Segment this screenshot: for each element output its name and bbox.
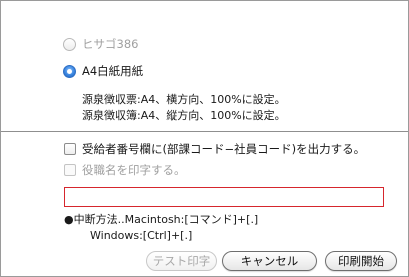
radio-hisago386-label: ヒサゴ386	[82, 37, 139, 51]
checkbox-recipient-number-label: 受給者番号欄に(部課コード−社員コード)を出力する。	[82, 142, 366, 156]
print-settings-dialog: ヒサゴ386 A4白紙用紙 源泉徴収票:A4、横方向、100%に設定。 源泉徴収…	[0, 0, 409, 277]
checkbox-print-job-title-label: 役職名を印字する。	[82, 163, 186, 177]
radio-a4-blank-paper-label: A4白紙用紙	[82, 64, 144, 78]
start-print-button[interactable]: 印刷開始	[325, 251, 397, 271]
checkbox-recipient-number[interactable]	[64, 143, 76, 155]
paper-info-line-2: 源泉徴収簿:A4、縦方向、100%に設定。	[82, 109, 286, 122]
radio-a4-blank-paper[interactable]	[63, 65, 76, 78]
section-divider	[1, 131, 408, 132]
cancel-button[interactable]: キャンセル	[222, 251, 317, 271]
print-text-field[interactable]	[64, 187, 384, 207]
checkbox-print-job-title[interactable]	[64, 164, 76, 176]
abort-method-line-2: Windows:[Ctrl]+[.]	[90, 229, 193, 242]
abort-method-line-1: ●中断方法..Macintosh:[コマンド]+[.]	[64, 213, 259, 226]
test-print-button[interactable]: テスト印字	[146, 251, 217, 271]
radio-hisago386[interactable]	[63, 38, 76, 51]
paper-info-line-1: 源泉徴収票:A4、横方向、100%に設定。	[82, 93, 286, 106]
